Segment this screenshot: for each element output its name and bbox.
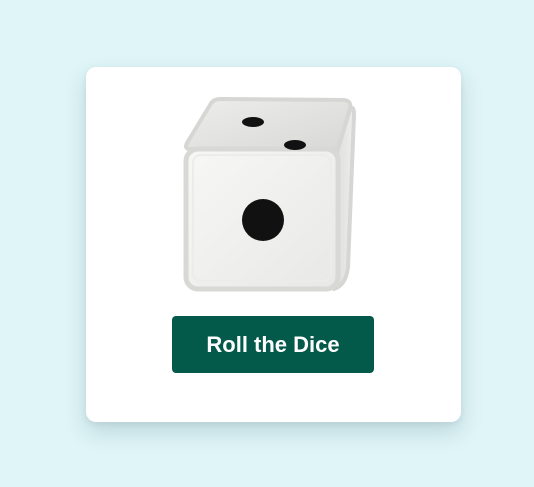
dice-pip [284,140,306,150]
roll-dice-button[interactable]: Roll the Dice [172,316,374,373]
dice-pip [242,199,284,241]
dice-card: Roll the Dice [86,67,461,422]
dice-pip [242,117,264,127]
dice-icon [178,91,362,301]
